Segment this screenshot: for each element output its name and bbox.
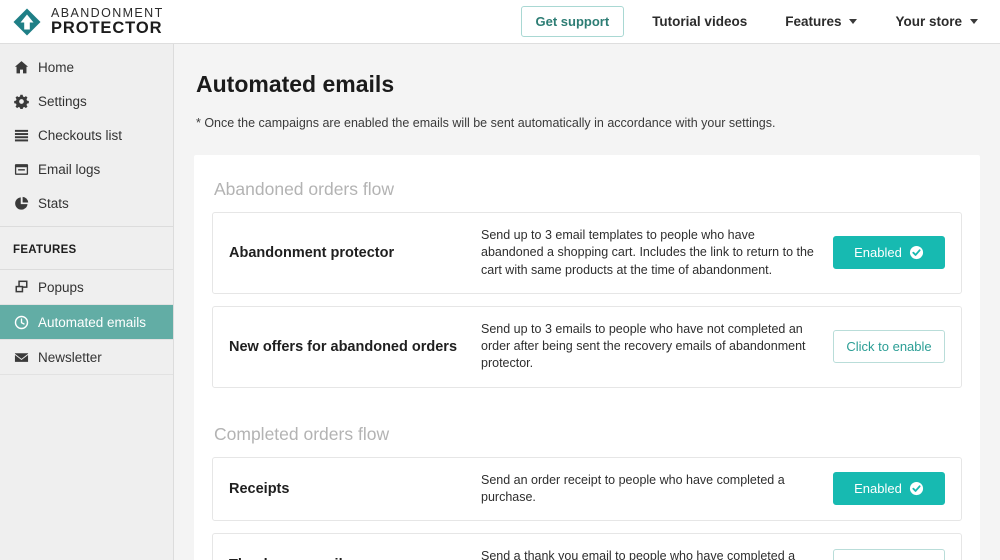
envelope-icon: [13, 349, 29, 365]
clock-icon: [13, 314, 29, 330]
section-title-completed-orders-flow: Completed orders flow: [214, 423, 390, 444]
row-title: New offers for abandoned orders: [229, 338, 458, 355]
automations-panel: Abandoned orders flow Abandonment protec…: [194, 155, 980, 560]
main-content: Automated emails * Once the campaigns ar…: [174, 44, 1000, 560]
brand-line-2: PROTECTOR: [51, 19, 163, 37]
sidebar-feature-group: Popups Automated emails Newsletter: [0, 269, 173, 375]
click-to-enable-button[interactable]: Click to enable: [833, 548, 945, 560]
enabled-button[interactable]: Enabled: [833, 472, 945, 506]
nav-item-your-store[interactable]: Your store: [895, 14, 978, 29]
automation-row-abandonment-protector[interactable]: Abandonment protector Send up to 3 email…: [212, 212, 962, 294]
top-nav-items: Get support Tutorial videos Features You…: [520, 6, 978, 37]
home-icon: [13, 59, 29, 75]
sidebar-item-label: Home: [38, 59, 75, 75]
gear-icon: [13, 93, 29, 109]
button-label: Enabled: [854, 481, 902, 497]
automation-row-thank-you-email[interactable]: Thank you email Send a thank you email t…: [212, 533, 962, 560]
sidebar-item-newsletter[interactable]: Newsletter: [0, 340, 173, 375]
sidebar-item-checkouts-list[interactable]: Checkouts list: [0, 118, 173, 152]
brand-text: ABANDONMENT PROTECTOR: [51, 5, 164, 37]
sidebar-item-automated-emails[interactable]: Automated emails: [0, 305, 173, 340]
sidebar-item-label: Automated emails: [38, 314, 147, 330]
list-icon: [13, 127, 29, 143]
row-description: Send a thank you email to people who hav…: [481, 549, 796, 560]
row-description: Send up to 3 emails to people who have n…: [481, 321, 806, 371]
sidebar-item-label: Checkouts list: [38, 127, 123, 143]
nav-item-label: Features: [785, 14, 842, 29]
brand-logo[interactable]: ABANDONMENT PROTECTOR: [12, 5, 164, 37]
row-title: Receipts: [229, 480, 290, 497]
app-root: ABANDONMENT PROTECTOR Get support Tutori…: [0, 0, 1000, 560]
check-circle-icon: [909, 481, 924, 496]
sidebar-item-label: Newsletter: [38, 349, 102, 365]
sidebar-item-stats[interactable]: Stats: [0, 186, 173, 220]
automation-row-receipts[interactable]: Receipts Send an order receipt to people…: [212, 456, 962, 521]
nav-item-label: Tutorial videos: [652, 14, 748, 29]
chevron-down-icon: [970, 19, 978, 24]
sidebar-section-heading: FEATURES: [13, 244, 77, 256]
sidebar-item-label: Popups: [38, 279, 84, 295]
row-description: Send an order receipt to people who have…: [481, 472, 785, 504]
sidebar-item-settings[interactable]: Settings: [0, 84, 173, 118]
sidebar-item-email-logs[interactable]: Email logs: [0, 152, 173, 186]
body-container: Home Settings Checkouts list Email logs …: [0, 44, 1000, 560]
sidebar-item-home[interactable]: Home: [0, 50, 173, 84]
automation-row-new-offers[interactable]: New offers for abandoned orders Send up …: [212, 305, 962, 388]
row-title: Abandonment protector: [229, 244, 395, 261]
nav-item-features[interactable]: Features: [785, 14, 858, 29]
section-title-abandoned-orders-flow: Abandoned orders flow: [214, 179, 394, 199]
top-navigation-bar: ABANDONMENT PROTECTOR Get support Tutori…: [0, 0, 1000, 44]
sidebar: Home Settings Checkouts list Email logs …: [0, 44, 174, 560]
nav-item-label: Your store: [895, 14, 962, 29]
check-circle-icon: [909, 245, 924, 260]
page-title: Automated emails: [196, 71, 395, 97]
button-label: Enabled: [854, 245, 902, 261]
sidebar-item-label: Settings: [38, 93, 87, 109]
click-to-enable-button[interactable]: Click to enable: [833, 330, 945, 364]
row-description: Send up to 3 email templates to people w…: [481, 228, 814, 277]
nav-item-tutorial-videos[interactable]: Tutorial videos: [652, 14, 747, 29]
sidebar-item-popups[interactable]: Popups: [0, 270, 173, 305]
get-support-button[interactable]: Get support: [520, 6, 625, 37]
pie-chart-icon: [13, 195, 29, 211]
brand-line-1: ABANDONMENT: [51, 5, 164, 20]
sidebar-item-label: Stats: [38, 195, 69, 211]
windows-icon: [13, 279, 29, 295]
page-note: * Once the campaigns are enabled the ema…: [196, 116, 776, 130]
archive-icon: [13, 161, 29, 177]
enabled-button[interactable]: Enabled: [833, 236, 945, 270]
arrow-diamond-logo-icon: [12, 7, 42, 37]
chevron-down-icon: [849, 19, 858, 24]
sidebar-item-label: Email logs: [38, 161, 101, 177]
